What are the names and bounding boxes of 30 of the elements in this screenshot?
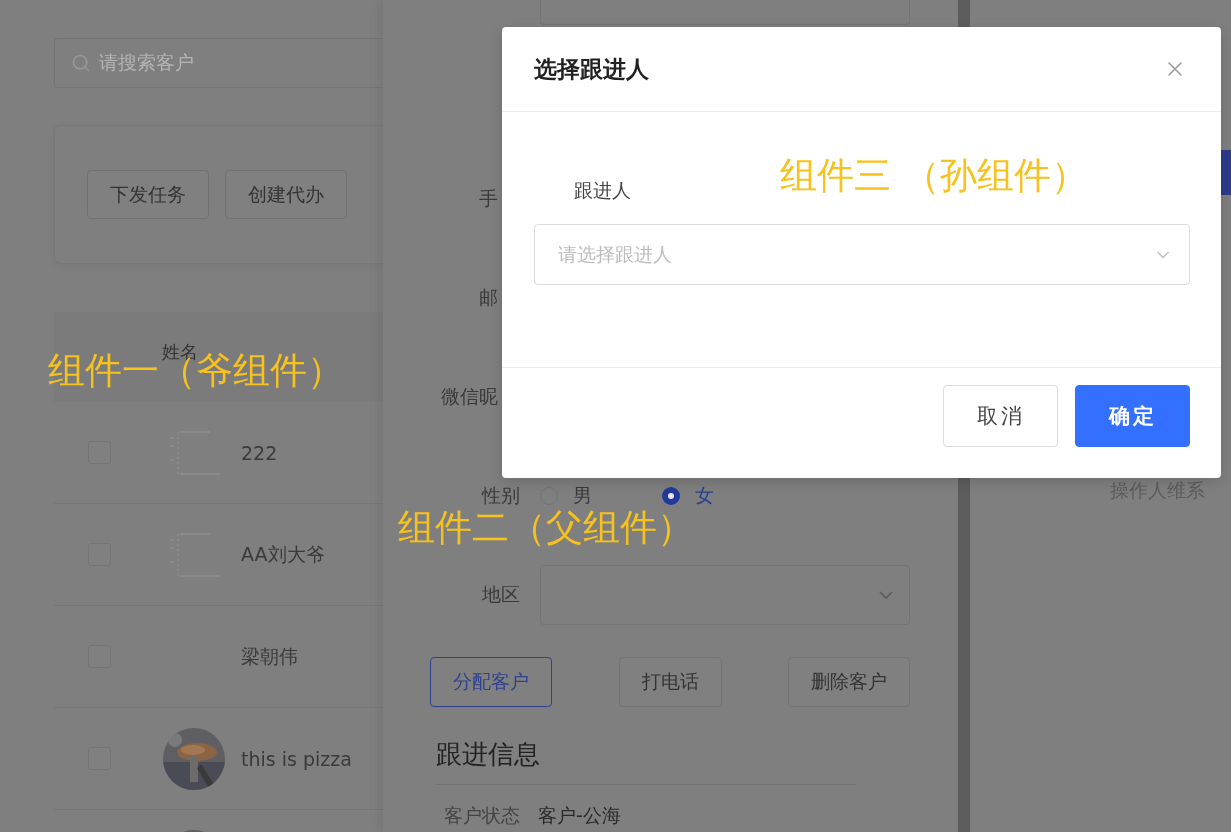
- action-button[interactable]: 删除客户: [788, 657, 910, 707]
- dialog-button[interactable]: 取消: [943, 385, 1058, 447]
- dialog-title: 选择跟进人: [534, 54, 649, 84]
- dialog-button[interactable]: 确定: [1075, 385, 1190, 447]
- field-label: 地区: [481, 581, 520, 607]
- customer-name: 梁朝伟: [241, 643, 298, 669]
- action-button[interactable]: 创建代办: [225, 170, 347, 219]
- customer-name: AA刘大爷: [241, 541, 325, 567]
- radio-label: 女: [695, 482, 714, 508]
- tab-bar: [1220, 150, 1231, 195]
- customer-name: this is pizza: [241, 747, 352, 770]
- chevron-down-icon: [879, 590, 893, 599]
- field-label: 邮: [478, 284, 498, 310]
- action-button[interactable]: 打电话: [618, 657, 722, 707]
- radio-button[interactable]: [662, 486, 680, 505]
- field-label: 跟进人: [574, 178, 631, 203]
- region-select[interactable]: [540, 564, 910, 625]
- action-button[interactable]: 下发任务: [87, 170, 209, 219]
- field-label: 性别: [480, 482, 520, 508]
- field-label: 手: [478, 185, 498, 211]
- field-label: 微信昵: [440, 383, 498, 409]
- annotation-text: 组件三 （孙组件）: [780, 157, 1088, 194]
- info-value: 客户-公海: [538, 803, 621, 828]
- info-label: 客户状态: [444, 803, 520, 828]
- section-title: 跟进信息: [436, 738, 541, 771]
- follower-select[interactable]: 请选择跟进人: [534, 224, 1190, 285]
- customer-name: 222: [241, 441, 278, 464]
- annotation-text: 组件二（父组件）: [398, 509, 694, 546]
- action-button[interactable]: 分配客户: [430, 657, 552, 707]
- radio-label: 男: [573, 482, 592, 508]
